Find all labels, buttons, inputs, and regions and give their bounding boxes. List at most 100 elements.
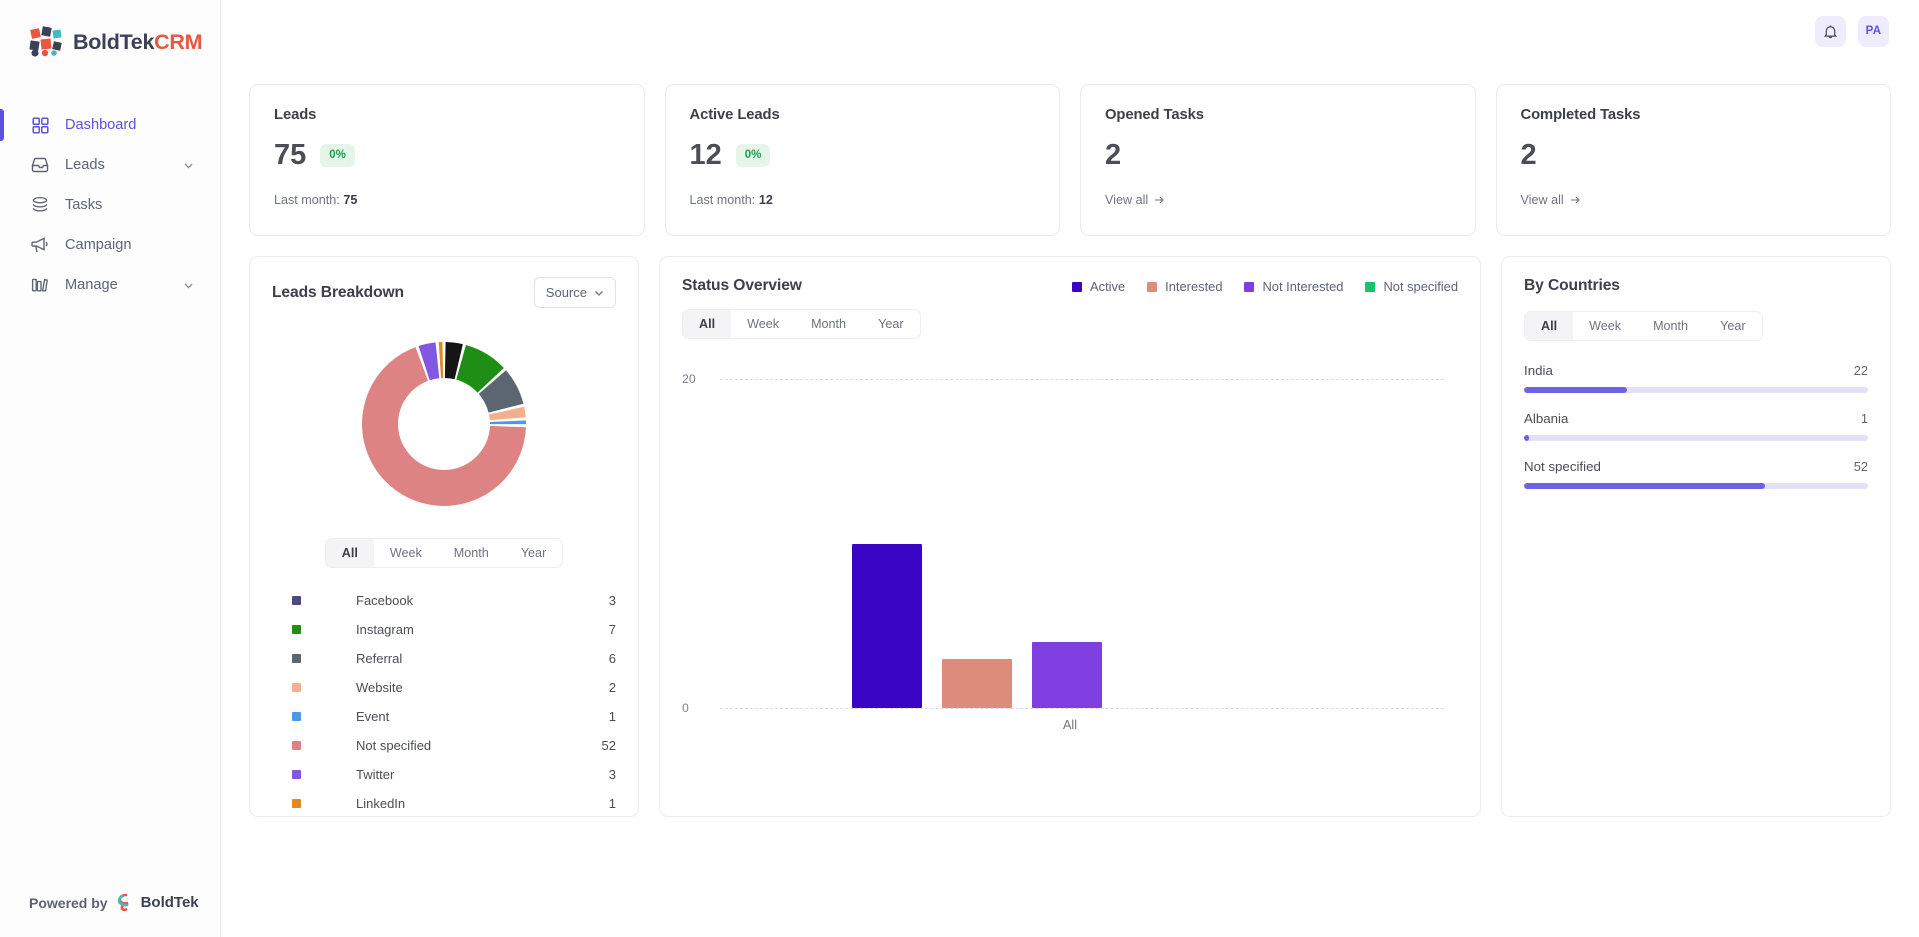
kpi-value-row: 75 0% [274,141,620,170]
layers-icon [29,194,51,216]
kpi-value: 2 [1105,139,1122,171]
breakdown-range-tab-year[interactable]: Year [504,539,563,567]
brand-logo-area[interactable]: BoldTekCRM [0,0,220,59]
chevron-down-icon[interactable] [183,280,194,291]
bar-interested[interactable] [942,658,1012,708]
kpi-title: Leads [274,107,317,123]
legend-label: Website [356,680,403,695]
country-row: Not specified 52 [1524,459,1868,489]
powered-by-label: Powered by [29,894,108,911]
sidebar-item-dashboard[interactable]: Dashboard [0,105,220,145]
countries-range-tabs: All Week Month Year [1524,311,1868,341]
chevron-down-icon[interactable] [183,160,194,171]
megaphone-icon [29,234,51,256]
kpi-footer: View all [1521,193,1867,207]
legend-swatch-icon [292,799,301,808]
legend-swatch-icon [292,625,301,634]
kpi-value-row: 2 [1521,141,1867,170]
legend-swatch-icon [292,741,301,750]
kpi-title: Opened Tasks [1105,107,1204,123]
status-legend-item[interactable]: Not specified [1365,279,1458,294]
countries-range-tab-month[interactable]: Month [1637,312,1705,340]
view-all-label: View all [1105,193,1149,207]
kpi-row: Leads 75 0% Last month: 75 Active Leads … [249,84,1891,236]
legend-value: 6 [608,651,616,666]
avatar[interactable]: PA [1858,15,1889,47]
status-legend: Active Interested Not Interested Not specif… [1072,277,1458,294]
breakdown-range-tab-all[interactable]: All [325,539,374,567]
legend-row: Twitter 3 [272,760,616,789]
notifications-button[interactable] [1815,15,1846,47]
donut-segment-linkedin[interactable] [438,342,444,379]
status-legend-item[interactable]: Not Interested [1244,279,1343,294]
boldtek-mark-icon [115,893,134,912]
kpi-value-row: 2 [1105,141,1451,170]
avatar-initials: PA [1865,25,1882,37]
legend-swatch-icon [292,654,301,663]
bar-active[interactable] [852,543,922,708]
country-label: Albania [1524,411,1569,426]
country-label: Not specified [1524,459,1601,474]
status-legend-item[interactable]: Interested [1147,279,1222,294]
status-range-tab-all[interactable]: All [683,310,732,338]
source-select[interactable]: Source [533,277,616,308]
country-progress-fill [1524,435,1530,441]
legend-swatch-icon [1147,281,1158,292]
legend-swatch-icon [1072,281,1083,292]
bell-icon [1823,24,1838,39]
sidebar-item-label: Leads [65,157,105,173]
panel-title: Leads Breakdown [272,283,404,301]
country-header: Not specified 52 [1524,459,1868,474]
countries-range-tab-year[interactable]: Year [1704,312,1762,340]
panel-title: Status Overview [682,277,802,294]
view-all-link[interactable]: View all [1105,193,1165,207]
sidebar-item-tasks[interactable]: Tasks [0,185,220,225]
country-value: 22 [1853,363,1868,378]
status-range-tab-month[interactable]: Month [795,310,863,338]
range-tab-group: All Week Month Year [1524,311,1763,341]
legend-label: Facebook [356,593,414,608]
grid-icon [29,114,51,136]
sidebar-item-campaign[interactable]: Campaign [0,225,220,265]
country-value: 52 [1853,459,1868,474]
kpi-change-badge: 0% [320,143,355,168]
legend-row: Not specified 52 [272,731,616,760]
view-all-link[interactable]: View all [1521,193,1581,207]
panel-header: Status Overview Active Interested Not Inte… [682,277,1458,295]
leads-breakdown-donut-chart [272,324,616,524]
donut-segment-not-specified[interactable] [362,347,526,506]
chevron-down-icon [594,288,604,298]
country-value: 1 [1860,411,1868,426]
kpi-value: 75 [274,139,307,171]
status-range-tab-week[interactable]: Week [731,310,796,338]
sidebar-item-manage[interactable]: Manage [0,265,220,305]
range-tab-group: All Week Month Year [682,309,921,339]
status-legend-item[interactable]: Active [1072,279,1125,294]
legend-value: 7 [608,622,616,637]
country-label: India [1524,363,1553,378]
sidebar-item-leads[interactable]: Leads [0,145,220,185]
kpi-value: 2 [1520,139,1537,171]
sidebar-item-label: Campaign [65,237,132,253]
legend-value: 3 [608,767,616,782]
legend-value: 52 [601,738,616,753]
breakdown-range-tab-month[interactable]: Month [437,539,505,567]
country-progress-fill [1524,483,1765,489]
legend-swatch-icon [292,712,301,721]
countries-range-tab-week[interactable]: Week [1573,312,1638,340]
range-tab-group: All Week Month Year [324,538,564,568]
countries-list: India 22 Albania 1 Not specified 52 [1524,363,1868,489]
legend-label: Instagram [356,622,414,637]
legend-value: 3 [608,593,616,608]
kpi-title: Completed Tasks [1520,107,1641,123]
bar-not-interested[interactable] [1032,642,1102,708]
kpi-footer: Last month: 75 [274,193,620,207]
legend-label: Interested [1165,279,1223,294]
kpi-value-row: 12 0% [690,141,1036,170]
donut-segment-event[interactable] [489,420,526,425]
status-range-tab-year[interactable]: Year [862,310,920,338]
breakdown-range-tab-week[interactable]: Week [373,539,438,567]
countries-range-tab-all[interactable]: All [1525,312,1574,340]
country-header: Albania 1 [1524,411,1868,426]
boldtek-logo-icon [29,26,64,59]
